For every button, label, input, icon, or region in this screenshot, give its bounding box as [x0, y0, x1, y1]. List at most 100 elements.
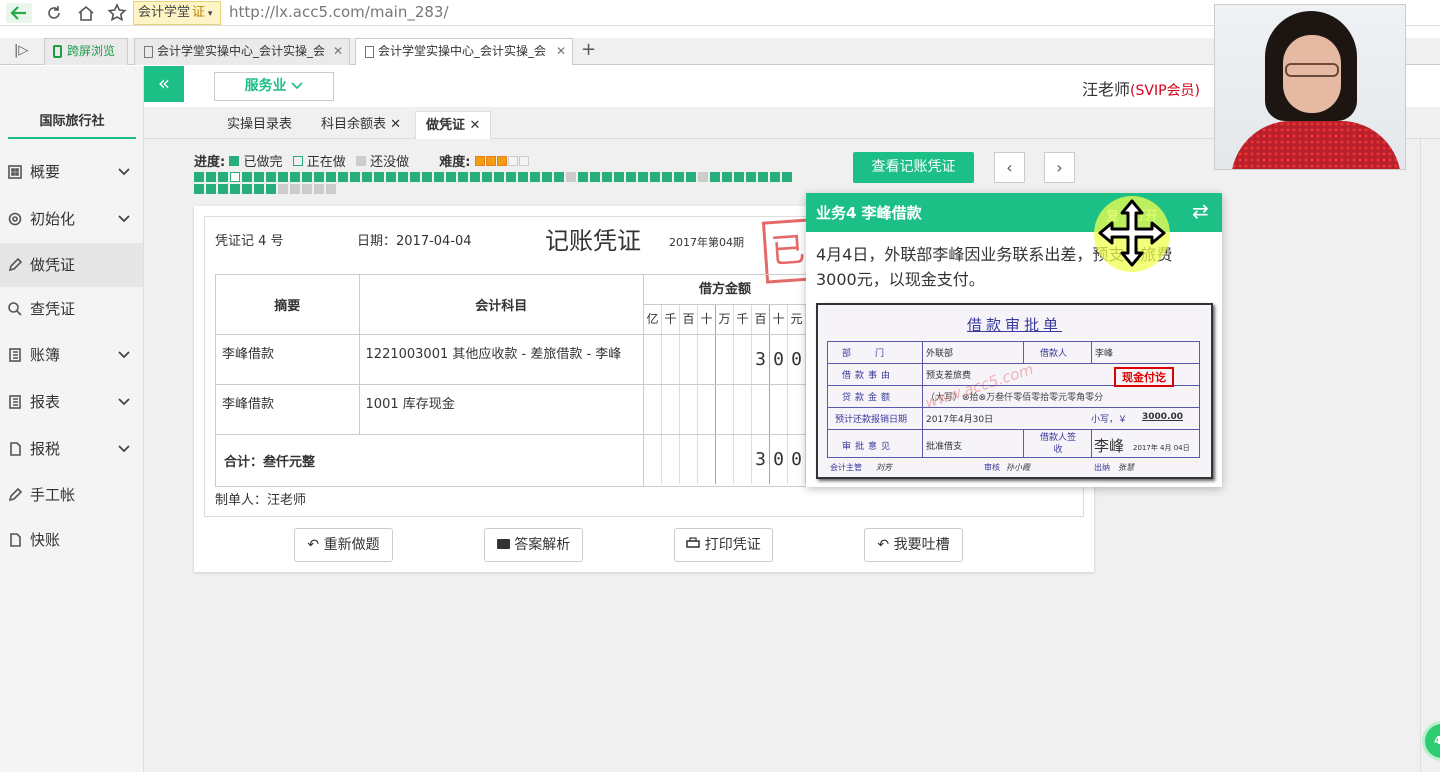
progress-cell[interactable]	[566, 172, 576, 182]
tab-page-2[interactable]: 会计学堂实操中心_会计实操_会 ✕	[355, 38, 573, 65]
progress-cell[interactable]	[254, 184, 264, 194]
close-icon[interactable]: ✕	[556, 39, 566, 64]
progress-cell[interactable]	[206, 184, 216, 194]
progress-cell[interactable]	[662, 172, 672, 182]
sidebar-item-reports[interactable]: 报表	[0, 380, 143, 424]
progress-cell[interactable]	[338, 172, 348, 182]
sidebar-item-make-voucher[interactable]: 做凭证	[0, 243, 143, 287]
row-2-debit[interactable]	[643, 384, 807, 435]
tab-balance[interactable]: 科目余额表 ✕	[311, 111, 411, 139]
progress-cell[interactable]	[374, 172, 384, 182]
loan-form[interactable]: 借款审批单 部 门 外联部 借款人 李峰 借款事由 预支差旅费 现金付讫 贷款金…	[816, 303, 1213, 479]
sidebar-item-check-voucher[interactable]: 查凭证	[0, 287, 143, 331]
sidebar-toggle-icon[interactable]: |▷	[14, 43, 28, 58]
progress-cell[interactable]	[290, 172, 300, 182]
answer-button[interactable]: 答案解析	[484, 528, 583, 562]
swap-icon[interactable]: ⇄	[1192, 199, 1209, 223]
progress-cell[interactable]	[218, 172, 228, 182]
progress-cell[interactable]	[362, 172, 372, 182]
url-text[interactable]: http://lx.acc5.com/main_283/	[229, 3, 449, 21]
progress-cell[interactable]	[194, 172, 204, 182]
sidebar-item-init[interactable]: 初始化	[0, 197, 143, 241]
progress-cell[interactable]	[734, 172, 744, 182]
sidebar-item-overview[interactable]: 概要	[0, 150, 143, 194]
progress-cell[interactable]	[590, 172, 600, 182]
progress-cell[interactable]	[770, 172, 780, 182]
progress-cell[interactable]	[326, 184, 336, 194]
tab-make-voucher[interactable]: 做凭证 ✕	[415, 111, 492, 139]
progress-cell[interactable]	[266, 184, 276, 194]
sidebar-item-quick[interactable]: 快账	[0, 518, 143, 562]
view-voucher-button[interactable]: 查看记账凭证	[853, 152, 974, 183]
progress-cell[interactable]	[578, 172, 588, 182]
progress-cell[interactable]	[602, 172, 612, 182]
progress-cell[interactable]	[470, 172, 480, 182]
progress-cell[interactable]	[422, 172, 432, 182]
progress-cell[interactable]	[710, 172, 720, 182]
progress-cell[interactable]	[326, 172, 336, 182]
progress-cell[interactable]	[410, 172, 420, 182]
progress-cell[interactable]	[458, 172, 468, 182]
progress-cell[interactable]	[218, 184, 228, 194]
progress-cell[interactable]	[722, 172, 732, 182]
home-icon[interactable]	[76, 3, 96, 27]
close-icon[interactable]: ✕	[470, 118, 481, 133]
progress-cell[interactable]	[758, 172, 768, 182]
progress-cell[interactable]	[254, 172, 264, 182]
progress-cell[interactable]	[614, 172, 624, 182]
progress-cell[interactable]	[314, 172, 324, 182]
sidebar-item-ledger[interactable]: 账簿	[0, 333, 143, 377]
feedback-button[interactable]: ↶ 我要吐槽	[864, 528, 963, 562]
progress-cell[interactable]	[698, 172, 708, 182]
collapse-sidebar-button[interactable]: «	[144, 66, 184, 102]
row-1-account[interactable]: 1221003001 其他应收款 - 差旅借款 - 李峰	[358, 334, 645, 385]
progress-cell[interactable]	[494, 172, 504, 182]
progress-cell[interactable]	[674, 172, 684, 182]
progress-cell[interactable]	[506, 172, 516, 182]
tab-cross-screen[interactable]: 跨屏浏览	[44, 38, 128, 65]
progress-cell[interactable]	[314, 184, 324, 194]
row-1-debit[interactable]: 300	[643, 334, 807, 385]
progress-cell[interactable]	[242, 172, 252, 182]
new-tab-icon[interactable]: +	[581, 39, 596, 60]
progress-cell[interactable]	[542, 172, 552, 182]
row-2-account[interactable]: 1001 库存现金	[358, 384, 645, 435]
progress-cell[interactable]	[386, 172, 396, 182]
industry-select[interactable]: 服务业	[214, 72, 334, 101]
back-icon[interactable]	[6, 3, 32, 23]
redo-button[interactable]: ↶ 重新做题	[294, 528, 393, 562]
progress-cell[interactable]	[350, 172, 360, 182]
close-icon[interactable]: ✕	[333, 39, 343, 64]
progress-cell[interactable]	[230, 184, 240, 194]
progress-cell[interactable]	[554, 172, 564, 182]
progress-cell[interactable]	[266, 172, 276, 182]
progress-cell[interactable]	[230, 172, 240, 182]
row-1-summary[interactable]: 李峰借款	[215, 334, 360, 385]
sidebar-item-tax[interactable]: 报税	[0, 427, 143, 471]
progress-cell[interactable]	[302, 172, 312, 182]
progress-cell[interactable]	[278, 184, 288, 194]
progress-cell[interactable]	[530, 172, 540, 182]
site-badge[interactable]: 会计学堂证 ▾	[133, 1, 221, 25]
progress-cell[interactable]	[398, 172, 408, 182]
prev-button[interactable]: ‹	[994, 152, 1025, 183]
progress-cell[interactable]	[446, 172, 456, 182]
progress-cell[interactable]	[482, 172, 492, 182]
user-info[interactable]: 汪老师(SVIP会员)	[1082, 76, 1200, 100]
progress-cell[interactable]	[278, 172, 288, 182]
progress-cell[interactable]	[302, 184, 312, 194]
refresh-icon[interactable]	[44, 3, 64, 27]
progress-cell[interactable]	[434, 172, 444, 182]
progress-cell[interactable]	[746, 172, 756, 182]
progress-cell[interactable]	[782, 172, 792, 182]
print-button[interactable]: 打印凭证	[674, 528, 773, 562]
float-badge[interactable]: 45	[1422, 721, 1440, 761]
sidebar-item-manual[interactable]: 手工帐	[0, 473, 143, 517]
row-2-summary[interactable]: 李峰借款	[215, 384, 360, 435]
star-icon[interactable]	[107, 3, 127, 27]
progress-cell[interactable]	[242, 184, 252, 194]
progress-cell[interactable]	[194, 184, 204, 194]
next-button[interactable]: ›	[1044, 152, 1075, 183]
progress-cell[interactable]	[638, 172, 648, 182]
progress-cell[interactable]	[650, 172, 660, 182]
